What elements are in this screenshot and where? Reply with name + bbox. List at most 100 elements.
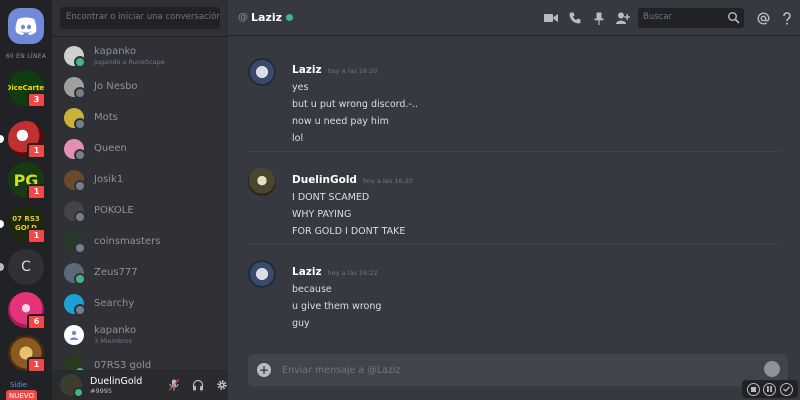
home-button[interactable] xyxy=(8,8,44,44)
dm-item-zeus777[interactable]: Zeus777 xyxy=(60,259,220,287)
dm-item-queen[interactable]: Queen xyxy=(60,135,220,163)
dm-search-input[interactable]: Encontrar o iniciar una conversación xyxy=(60,7,220,29)
add-friend-icon[interactable] xyxy=(616,11,630,25)
dm-name: 07RS3 gold xyxy=(94,360,152,370)
dm-list[interactable]: kapanko Jugando a RuneScape Jo Nesbo Mots… xyxy=(52,37,228,370)
avatar[interactable] xyxy=(248,58,276,86)
avatar xyxy=(64,201,86,223)
message-text: guy xyxy=(292,318,310,329)
dm-name: Mots xyxy=(94,112,118,123)
partial-guild-label: Sidie xyxy=(10,381,28,389)
search-placeholder: Buscar xyxy=(643,12,673,22)
dm-member-count: 3 Miembros xyxy=(94,337,132,345)
mention-badge: 1 xyxy=(27,184,46,200)
avatar[interactable] xyxy=(60,374,84,398)
mute-mic-icon[interactable] xyxy=(169,379,180,391)
settings-gear-icon[interactable] xyxy=(216,379,228,391)
headphones-icon[interactable] xyxy=(192,379,204,391)
dm-item-group-kapanko[interactable]: kapanko 3 Miembros xyxy=(60,321,220,349)
avatar xyxy=(64,356,86,370)
username: DuelinGold xyxy=(90,375,143,387)
message-text: FOR GOLD I DONT TAKE xyxy=(292,226,406,237)
dm-name: POKOLE xyxy=(94,205,134,216)
group-icon xyxy=(70,330,78,340)
guild-icon-c[interactable]: C xyxy=(0,249,44,285)
help-icon[interactable] xyxy=(780,11,794,25)
video-call-icon[interactable] xyxy=(544,11,558,25)
composer-placeholder: Enviar mensaje a @Laziz xyxy=(282,364,401,376)
avatar[interactable] xyxy=(248,168,276,196)
upload-plus-icon[interactable]: + xyxy=(257,363,271,377)
avatar xyxy=(64,170,86,192)
dm-item-coinsmasters[interactable]: coinsmasters xyxy=(60,228,220,256)
emoji-picker-icon[interactable] xyxy=(764,361,780,377)
dm-item-jo-nesbo[interactable]: Jo Nesbo xyxy=(60,73,220,101)
message-text: u give them wrong xyxy=(292,301,382,312)
message-list[interactable]: Laziz hoy a las 16:20 yes but u put wrong… xyxy=(228,37,800,340)
dm-item-07rs3-gold[interactable]: 07RS3 gold xyxy=(60,352,220,370)
online-count: 60 EN LÍNEA xyxy=(5,53,47,60)
guild-icon-7[interactable]: 1 xyxy=(8,335,46,373)
discord-logo-icon xyxy=(15,17,37,35)
message-text: .. xyxy=(292,332,381,340)
media-controls xyxy=(742,380,798,398)
dm-name: kapanko xyxy=(94,325,137,336)
chat-header: @ Laziz Buscar xyxy=(228,0,800,36)
message-text: now u need pay him xyxy=(292,116,389,127)
dm-item-mots[interactable]: Mots xyxy=(60,104,220,132)
dm-name: Jo Nesbo xyxy=(94,81,138,92)
dm-item-josik1[interactable]: Josik1 xyxy=(60,166,220,194)
search-input[interactable]: Buscar xyxy=(638,8,744,28)
mention-badge: 6 xyxy=(27,314,46,330)
guild-icon-dicecartel[interactable]: DiceCartel 3 xyxy=(8,70,46,108)
voice-call-icon[interactable] xyxy=(568,11,582,25)
dm-activity: Jugando a RuneScape xyxy=(94,58,165,66)
message-author[interactable]: Laziz xyxy=(292,64,322,76)
status-offline-icon xyxy=(74,211,86,223)
mention-badge: 3 xyxy=(27,92,46,108)
mention-badge: 1 xyxy=(27,357,46,373)
search-icon xyxy=(728,12,740,24)
dm-name: Zeus777 xyxy=(94,267,138,278)
discord-app: 60 EN LÍNEA DiceCartel 3 1 PG 1 07 RS3 G… xyxy=(0,0,800,400)
chat-main: @ Laziz Buscar Laziz hoy a las 16:20 yes… xyxy=(228,0,800,400)
message-text: yes xyxy=(292,82,309,93)
dm-item-kapanko[interactable]: kapanko Jugando a RuneScape xyxy=(60,42,220,70)
status-online-icon xyxy=(286,14,294,21)
guild-rail: 60 EN LÍNEA DiceCartel 3 1 PG 1 07 RS3 G… xyxy=(0,0,52,400)
message-composer[interactable]: + Enviar mensaje a @Laziz xyxy=(248,354,788,386)
guild-icon-pink[interactable]: 6 xyxy=(8,292,46,330)
dm-item-pokole[interactable]: POKOLE xyxy=(60,197,220,225)
channel-title: Laziz xyxy=(251,11,283,24)
avatar xyxy=(64,232,86,254)
message-timestamp: hoy a las 16:22 xyxy=(327,269,378,277)
pause-icon[interactable] xyxy=(763,382,777,396)
message-text: because xyxy=(292,284,332,295)
dm-name: Josik1 xyxy=(94,174,124,185)
status-offline-icon xyxy=(74,149,86,161)
stop-icon[interactable] xyxy=(746,382,760,396)
dm-sidebar: Encontrar o iniciar una conversación kap… xyxy=(52,0,228,400)
confirm-check-icon[interactable] xyxy=(780,382,794,396)
pin-icon[interactable] xyxy=(592,11,606,25)
dm-name: coinsmasters xyxy=(94,236,161,247)
avatar[interactable] xyxy=(248,260,276,288)
guild-icon-pg[interactable]: PG 1 xyxy=(8,162,46,200)
unread-indicator xyxy=(0,135,4,143)
avatar xyxy=(64,263,86,285)
new-messages-badge[interactable]: NUEVO xyxy=(6,390,37,400)
message-text: but u put wrong discord.-.. xyxy=(292,99,418,110)
header-toolbar: Buscar xyxy=(534,0,794,36)
unread-indicator xyxy=(0,220,4,228)
status-offline-icon xyxy=(74,180,86,192)
message-timestamp: hoy a las 16:20 xyxy=(362,177,413,185)
dm-item-searchy[interactable]: Searchy xyxy=(60,290,220,318)
avatar xyxy=(64,77,86,99)
mentions-at-icon[interactable] xyxy=(756,11,770,25)
message-author[interactable]: DuelinGold xyxy=(292,174,357,186)
status-online-icon xyxy=(74,273,86,285)
guild-icon-07rs3[interactable]: 07 RS3 GOLD 1 xyxy=(0,206,46,244)
message-author[interactable]: Laziz xyxy=(292,266,322,278)
guild-icon-2[interactable]: 1 xyxy=(0,121,46,159)
user-panel: DuelinGold #9995 xyxy=(52,370,228,400)
